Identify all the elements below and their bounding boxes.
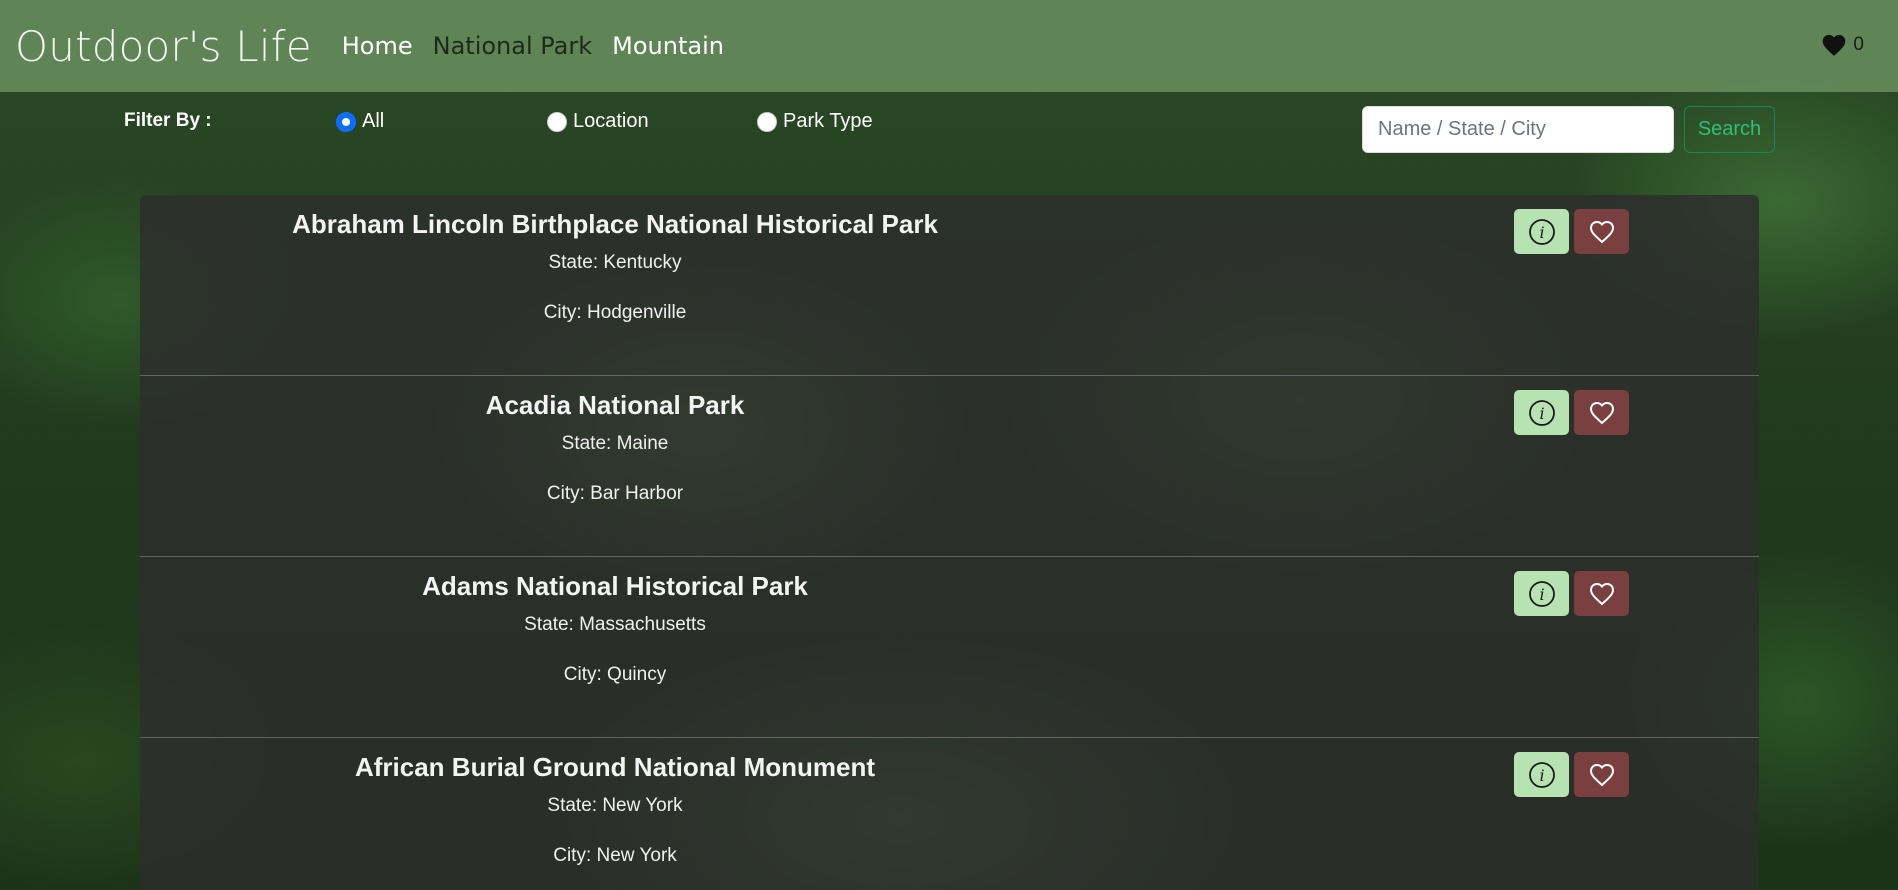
nav-links: Home National Park Mountain xyxy=(342,32,724,60)
info-circle-icon: i xyxy=(1528,399,1555,426)
park-list-item: Acadia National Park State: Maine City: … xyxy=(140,376,1759,557)
filter-park-type-radio[interactable]: Park Type xyxy=(757,110,873,133)
park-info-button[interactable]: i xyxy=(1514,390,1569,435)
park-info: African Burial Ground National Monument … xyxy=(240,752,990,867)
brand-title[interactable]: Outdoor's Life xyxy=(15,22,312,71)
park-list-item: Adams National Historical Park State: Ma… xyxy=(140,557,1759,738)
heart-outline-icon xyxy=(1589,401,1614,424)
info-circle-icon: i xyxy=(1528,580,1555,607)
nav-mountain-link[interactable]: Mountain xyxy=(612,32,724,60)
radio-all[interactable] xyxy=(336,111,356,132)
info-circle-icon: i xyxy=(1528,761,1555,788)
search-button[interactable]: Search xyxy=(1684,106,1775,153)
park-favorite-button[interactable] xyxy=(1574,752,1629,797)
radio-park-type[interactable] xyxy=(757,111,777,132)
park-list-item: African Burial Ground National Monument … xyxy=(140,738,1759,890)
filter-location-label: Location xyxy=(573,110,649,132)
filter-location-radio[interactable]: Location xyxy=(547,110,649,133)
park-state: State: Maine xyxy=(561,433,669,455)
park-info-button[interactable]: i xyxy=(1514,209,1569,254)
park-favorite-button[interactable] xyxy=(1574,209,1629,254)
park-list-item: Abraham Lincoln Birthplace National Hist… xyxy=(140,195,1759,376)
search-input[interactable] xyxy=(1362,106,1674,153)
svg-text:i: i xyxy=(1539,766,1544,785)
heart-outline-icon xyxy=(1589,763,1614,786)
heart-filled-icon xyxy=(1823,34,1846,56)
park-info-button[interactable]: i xyxy=(1514,752,1569,797)
heart-outline-icon xyxy=(1589,582,1614,605)
park-name: African Burial Ground National Monument xyxy=(354,752,875,782)
park-name: Acadia National Park xyxy=(485,390,745,420)
filter-all-label: All xyxy=(362,110,385,132)
park-name: Abraham Lincoln Birthplace National Hist… xyxy=(292,209,938,239)
park-city: City: Hodgenville xyxy=(543,302,687,324)
park-city: City: Quincy xyxy=(563,664,667,686)
park-favorite-button[interactable] xyxy=(1574,571,1629,616)
nav-national-park-link[interactable]: National Park xyxy=(433,32,593,60)
filter-all-radio[interactable]: All xyxy=(336,110,384,133)
favorites-count: 0 xyxy=(1853,34,1864,55)
park-state: State: Massachusetts xyxy=(524,614,706,636)
park-info: Acadia National Park State: Maine City: … xyxy=(240,390,990,505)
park-state: State: New York xyxy=(547,795,683,817)
park-list: Abraham Lincoln Birthplace National Hist… xyxy=(140,195,1759,890)
filter-park-type-label: Park Type xyxy=(783,110,873,132)
info-circle-icon: i xyxy=(1528,218,1555,245)
nav-home-link[interactable]: Home xyxy=(342,32,413,60)
svg-text:i: i xyxy=(1539,404,1544,423)
park-info: Adams National Historical Park State: Ma… xyxy=(240,571,990,686)
navbar: Outdoor's Life Home National Park Mounta… xyxy=(0,0,1898,92)
park-state: State: Kentucky xyxy=(548,252,682,274)
park-info-button[interactable]: i xyxy=(1514,571,1569,616)
heart-outline-icon xyxy=(1589,220,1614,243)
svg-text:i: i xyxy=(1539,585,1544,604)
radio-location[interactable] xyxy=(547,111,567,132)
svg-text:i: i xyxy=(1539,223,1544,242)
park-city: City: Bar Harbor xyxy=(546,483,684,505)
filter-label: Filter By : xyxy=(124,110,212,131)
park-info: Abraham Lincoln Birthplace National Hist… xyxy=(240,209,990,324)
park-name: Adams National Historical Park xyxy=(422,571,808,601)
park-favorite-button[interactable] xyxy=(1574,390,1629,435)
favorites-counter[interactable]: 0 xyxy=(1821,33,1864,57)
filter-bar: Filter By : All Location Park Type Searc… xyxy=(0,92,1898,162)
park-city: City: New York xyxy=(553,845,677,867)
